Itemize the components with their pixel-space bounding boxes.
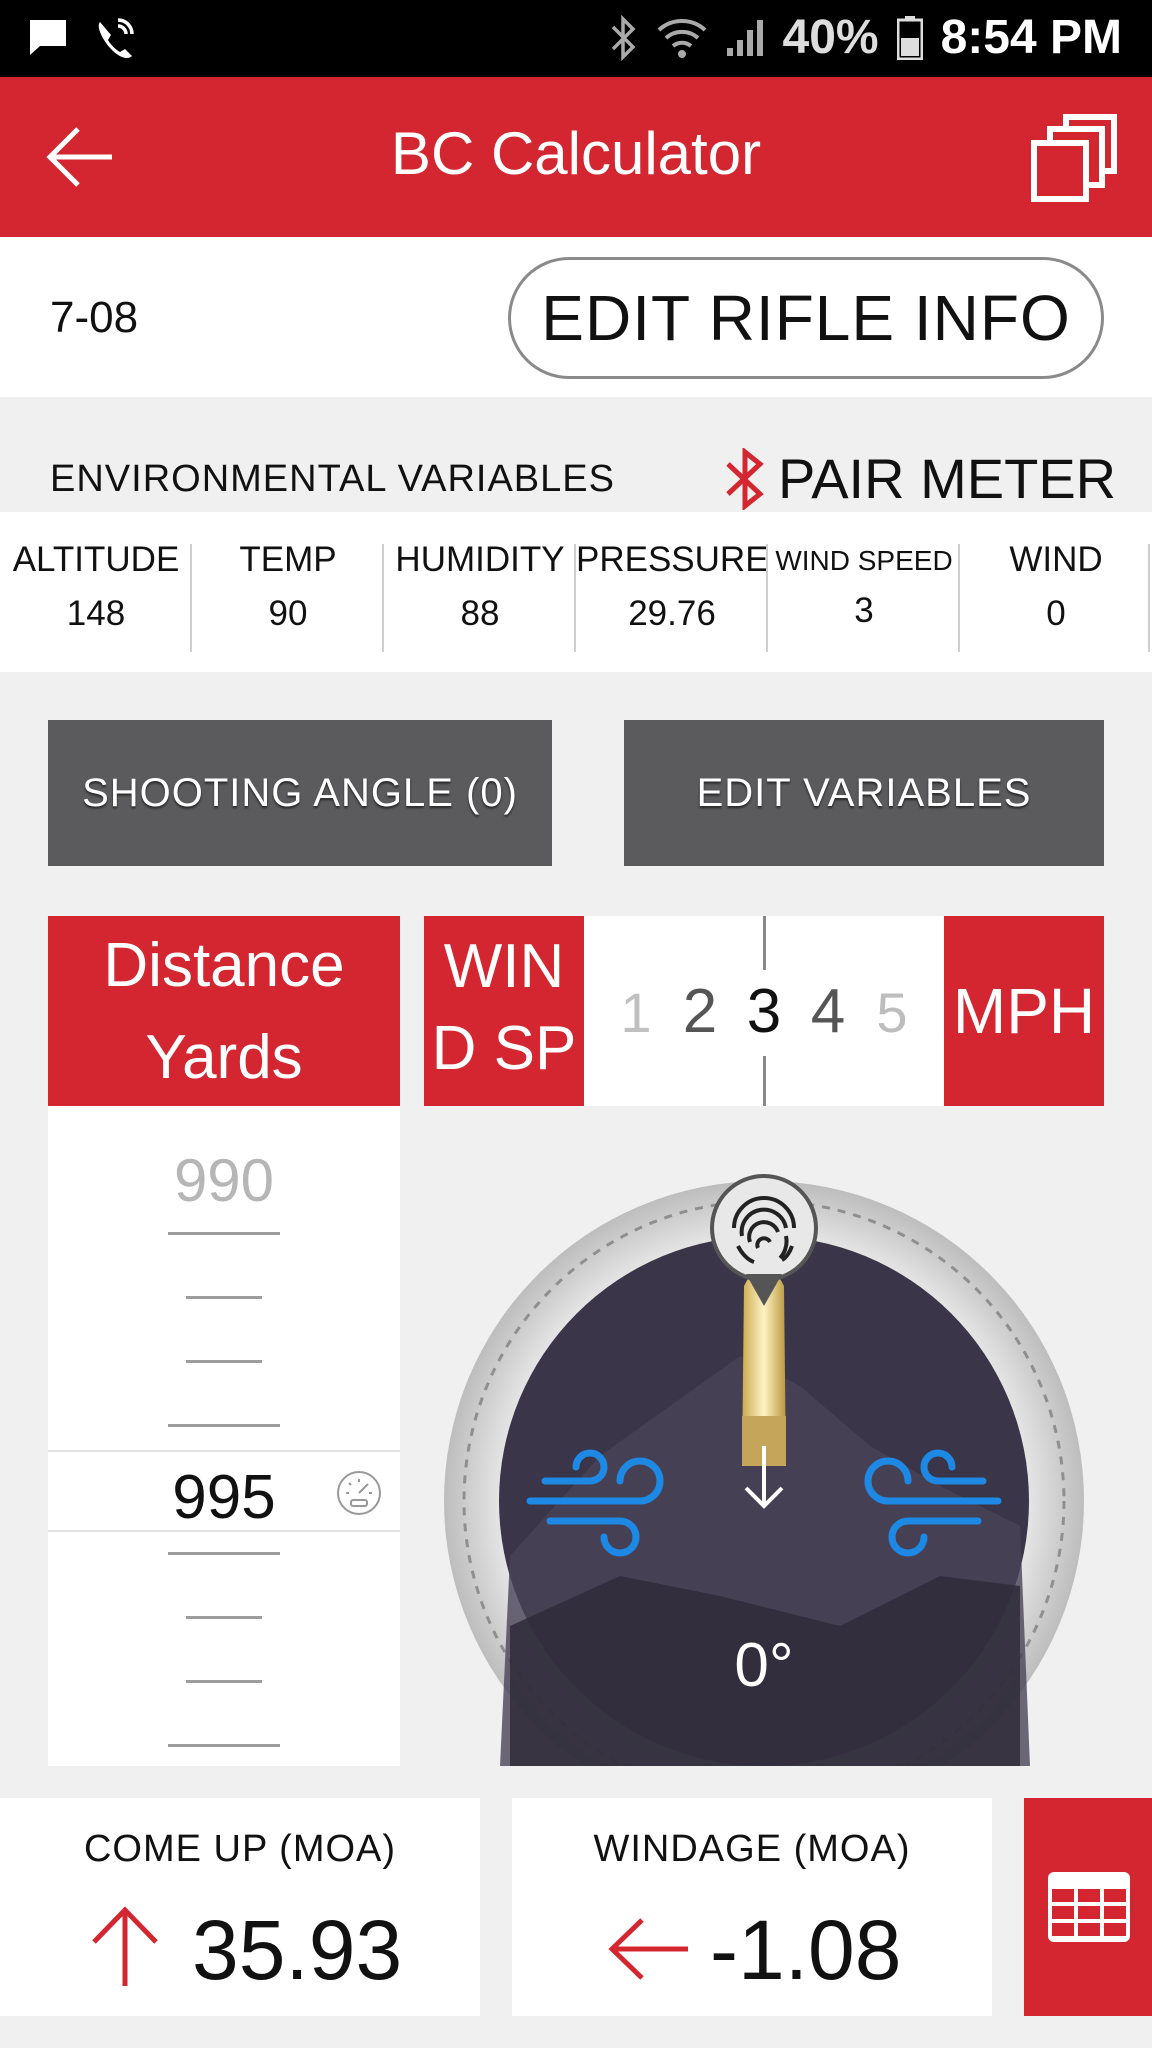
picker-tick (168, 1744, 280, 1747)
env-value: 3 (854, 591, 874, 630)
env-label: ALTITUDE (12, 540, 180, 579)
bluetooth-icon (611, 14, 635, 61)
distance-header-line2: Yards (145, 1023, 303, 1092)
wind-speed-marker-top (763, 916, 766, 970)
picker-tick (168, 1552, 280, 1555)
phone-wifi-call-icon (98, 18, 134, 58)
picker-tick (186, 1296, 262, 1299)
wifi-icon (657, 18, 706, 58)
windage-card: WINDAGE (MOA) -1.08 (512, 1798, 992, 2016)
message-icon (30, 20, 66, 55)
env-value: 29.76 (628, 594, 716, 633)
environment-strip: ALTITUDE 148 TEMP 90 HUMIDITY 88 PRESSUR… (0, 512, 1152, 672)
env-temp[interactable]: TEMP 90 (192, 540, 384, 650)
windage-value: -1.08 (710, 1903, 902, 1997)
wind-speed-label: WIN D SP (424, 916, 584, 1106)
clock: 8:54 PM (940, 11, 1122, 64)
wind-speed-marker-bottom (763, 1056, 766, 1106)
env-label: WIND (1009, 540, 1103, 579)
copy-icon[interactable] (1030, 113, 1118, 203)
wind-speed-option[interactable]: 2 (670, 976, 730, 1047)
env-value: 90 (268, 594, 308, 633)
wind-speed-option[interactable]: 1 (606, 980, 666, 1045)
come-up-label: COME UP (MOA) (83, 1828, 397, 1870)
battery-icon (896, 15, 923, 60)
picker-tick (168, 1424, 280, 1427)
env-humidity[interactable]: HUMIDITY 88 (384, 540, 576, 650)
env-label: HUMIDITY (395, 540, 565, 579)
rifle-name: 7-08 (50, 293, 139, 342)
env-altitude[interactable]: ALTITUDE 148 (0, 540, 192, 650)
wind-angle-label: 0° (734, 1631, 793, 1700)
table-icon (1048, 1872, 1130, 1942)
distance-previous-value[interactable]: 990 (48, 1146, 400, 1215)
wind-speed-label-line2: D SP (431, 1014, 577, 1083)
rifle-row: 7-08 EDIT RIFLE INFO (0, 237, 1152, 397)
distance-header-line1: Distance (103, 931, 345, 1000)
env-wind[interactable]: WIND 0 (960, 540, 1152, 650)
page-title: BC Calculator (390, 120, 762, 187)
picker-tick (186, 1616, 262, 1619)
signal-icon (726, 19, 763, 56)
pair-meter-button[interactable]: PAIR METER (722, 446, 1116, 511)
env-value: 148 (66, 594, 126, 633)
wind-speed-scale[interactable]: 1 2 3 4 5 (584, 916, 944, 1106)
picker-tick (186, 1680, 262, 1683)
wind-speed-option-selected[interactable]: 3 (734, 976, 794, 1047)
come-up-value: 35.93 (192, 1903, 403, 1997)
wind-speed-label-line1: WIN (443, 932, 565, 1001)
bluetooth-icon (726, 447, 764, 510)
windage-label: WINDAGE (MOA) (593, 1828, 911, 1870)
distance-header: Distance Yards (48, 916, 400, 1106)
picker-tick (186, 1360, 262, 1363)
fingerprint-handle[interactable] (710, 1174, 818, 1282)
status-bar: 40% 8:54 PM (0, 0, 1152, 77)
picker-tick (168, 1232, 280, 1235)
come-up-card: COME UP (MOA) 35.93 (0, 1798, 480, 2016)
edit-variables-button[interactable]: EDIT VARIABLES (624, 720, 1104, 866)
distance-selected-row[interactable]: 995 (48, 1450, 400, 1532)
environmental-variables-title: ENVIRONMENTAL VARIABLES (50, 458, 615, 500)
left-arrow-icon (608, 1918, 688, 1980)
env-pressure[interactable]: PRESSURE 29.76 (576, 540, 769, 650)
env-label: PRESSURE (576, 540, 769, 579)
edit-rifle-info-button[interactable]: EDIT RIFLE INFO (508, 257, 1104, 379)
wind-speed-unit: MPH (944, 916, 1104, 1106)
app-bar: BC Calculator (0, 77, 1152, 237)
rangefinder-gauge-icon[interactable] (336, 1470, 382, 1516)
wind-speed-option[interactable]: 5 (862, 980, 922, 1045)
env-value: 0 (1046, 594, 1066, 633)
pair-meter-label: PAIR METER (778, 447, 1117, 510)
divider (1148, 544, 1150, 652)
env-label: TEMP (239, 540, 337, 579)
range-table-button[interactable] (1024, 1798, 1152, 2016)
battery-percent: 40% (782, 11, 879, 64)
wind-direction-dial[interactable]: 0° (420, 1156, 1120, 1766)
shooting-angle-button[interactable]: SHOOTING ANGLE (0) (48, 720, 552, 866)
up-arrow-icon (92, 1906, 158, 1986)
env-value: 88 (460, 594, 500, 633)
env-wind-speed[interactable]: WIND SPEED 3 (768, 540, 960, 650)
wind-speed-option[interactable]: 4 (798, 976, 858, 1047)
env-label: WIND SPEED (775, 545, 953, 576)
distance-picker[interactable]: 990 995 (48, 1106, 400, 1766)
